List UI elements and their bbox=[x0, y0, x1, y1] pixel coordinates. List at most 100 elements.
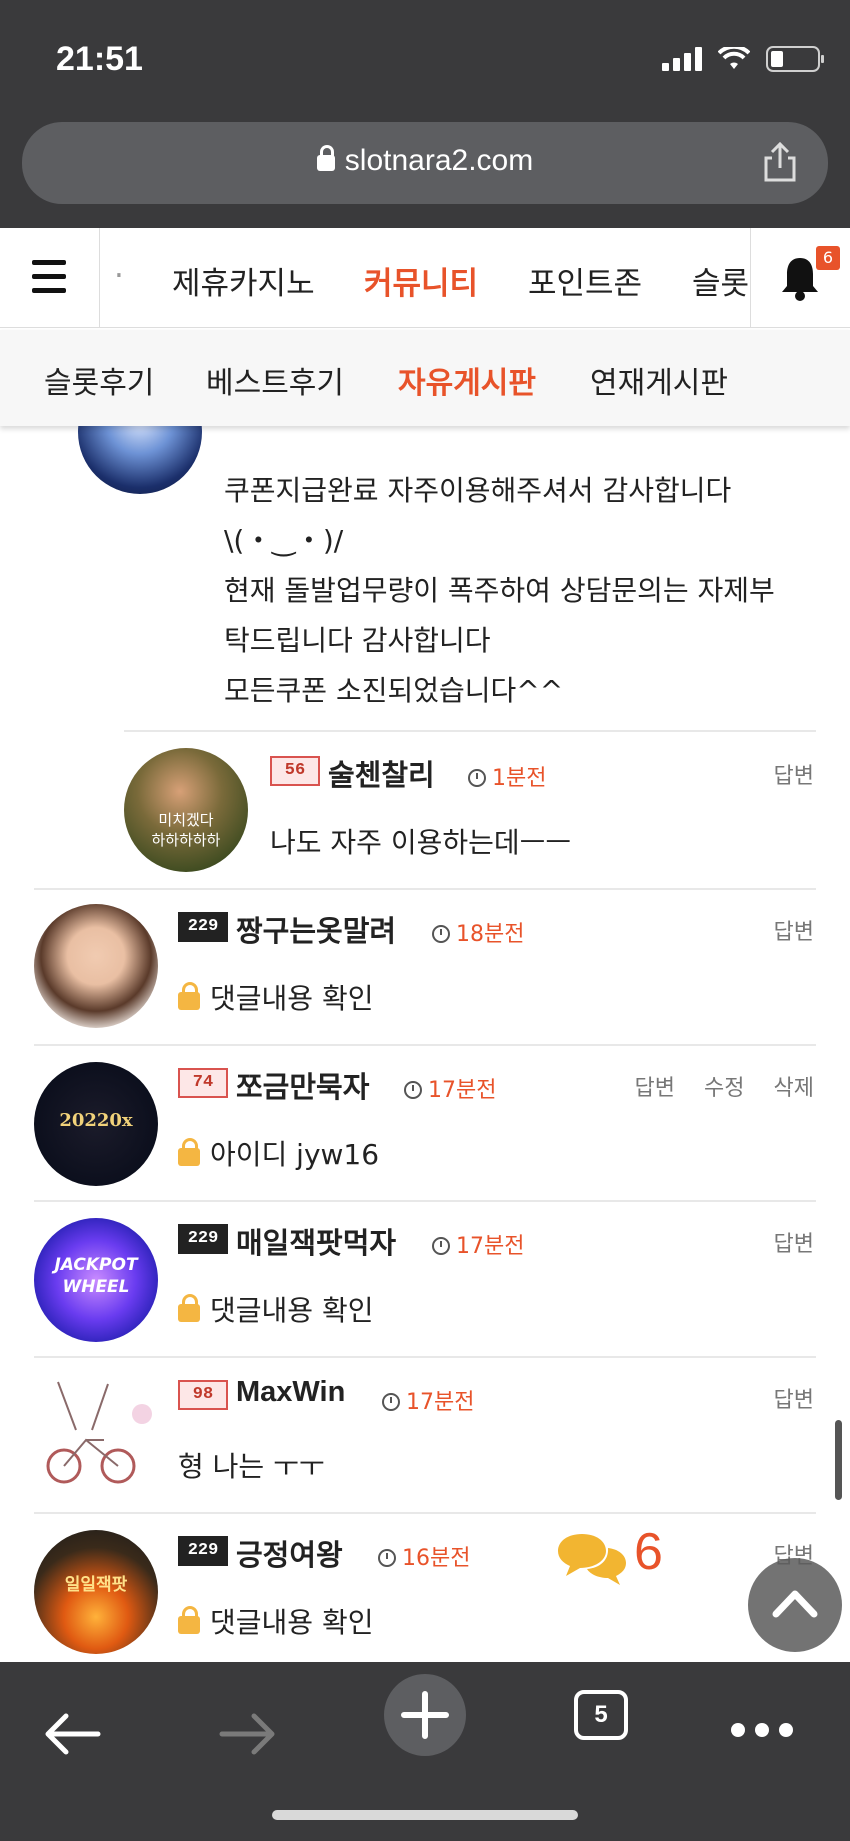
plus-icon bbox=[401, 1691, 449, 1739]
tabs-button[interactable]: 5 bbox=[574, 1690, 628, 1740]
clock-icon bbox=[382, 1393, 400, 1411]
scroll-top-button[interactable] bbox=[748, 1558, 842, 1652]
forward-arrow-icon[interactable] bbox=[218, 1712, 278, 1756]
chevron-up-icon bbox=[772, 1590, 818, 1618]
reply-button[interactable]: 답변 bbox=[774, 1382, 814, 1414]
divider bbox=[34, 1044, 816, 1046]
comment-time: 17분전 bbox=[432, 1228, 524, 1260]
site-navigation: · 제휴카지노 커뮤니티 포인트존 슬롯 6 bbox=[0, 228, 850, 328]
divider bbox=[34, 1356, 816, 1358]
menu-button[interactable] bbox=[0, 228, 100, 328]
tab-best-review[interactable]: 베스트후기 bbox=[206, 358, 344, 402]
comment-count-button[interactable]: 6 bbox=[556, 1523, 663, 1588]
avatar bbox=[34, 1374, 158, 1498]
nav-item-slot[interactable]: 슬롯 bbox=[692, 258, 748, 303]
comment-list: 쿠폰지급완료 자주이용해주셔서 감사합니다 \(・‿・)/ 현재 돌발업무량이 … bbox=[0, 426, 850, 1662]
home-indicator bbox=[272, 1810, 578, 1820]
divider bbox=[124, 730, 816, 732]
share-icon[interactable] bbox=[760, 140, 800, 184]
comment-text: 댓글내용 확인 bbox=[178, 1286, 373, 1336]
url-text: slotnara2.com bbox=[344, 144, 534, 177]
comment-text: 쿠폰지급완료 자주이용해주셔서 감사합니다 \(・‿・)/ 현재 돌발업무량이 … bbox=[224, 474, 775, 707]
comment-text: 나도 자주 이용하는데ㅡㅡ bbox=[270, 826, 572, 859]
comment-author[interactable]: 짱구는옷말려 bbox=[236, 908, 396, 950]
comment-count: 6 bbox=[634, 1523, 663, 1581]
comment-author[interactable]: 매일잭팟먹자 bbox=[236, 1220, 396, 1262]
avatar-caption: 미치겠다 하하하하하 bbox=[151, 811, 221, 849]
level-badge: 229 bbox=[178, 1224, 228, 1254]
level-badge: 229 bbox=[178, 1536, 228, 1566]
clock-icon bbox=[404, 1081, 422, 1099]
tab-serial-board[interactable]: 연재게시판 bbox=[590, 358, 728, 402]
level-badge: 74 bbox=[178, 1068, 228, 1098]
address-bar[interactable]: slotnara2.com bbox=[22, 122, 828, 204]
clock-icon bbox=[432, 925, 450, 943]
lock-icon bbox=[178, 1294, 200, 1322]
clock-icon bbox=[378, 1549, 396, 1567]
divider bbox=[34, 1512, 816, 1514]
lock-icon bbox=[316, 145, 335, 171]
speech-bubbles-icon bbox=[558, 1534, 626, 1585]
comment-actions: 답변 수정 삭제 bbox=[635, 1070, 814, 1102]
bicycle-image bbox=[46, 1381, 152, 1484]
status-time: 21:51 bbox=[56, 40, 143, 78]
avatar-caption: 20220x bbox=[59, 1110, 133, 1131]
comment-text: 댓글내용 확인 bbox=[178, 1598, 373, 1648]
divider bbox=[34, 888, 816, 890]
level-badge: 229 bbox=[178, 912, 228, 942]
reply-button[interactable]: 답변 bbox=[774, 758, 814, 790]
avatar-caption: JACKPOT WHEEL bbox=[54, 1255, 138, 1297]
comment-time: 16분전 bbox=[378, 1540, 470, 1572]
nav-dot: · bbox=[114, 258, 124, 294]
comment-author[interactable]: MaxWin bbox=[236, 1376, 345, 1409]
avatar bbox=[34, 904, 158, 1028]
level-badge: 56 bbox=[270, 756, 320, 786]
comment-time: 17분전 bbox=[404, 1072, 496, 1104]
comment-author[interactable]: 쪼금만묵자 bbox=[236, 1064, 369, 1106]
edit-button[interactable]: 수정 bbox=[704, 1076, 744, 1101]
main-menu: · 제휴카지노 커뮤니티 포인트존 슬롯 bbox=[102, 228, 748, 328]
avatar: 미치겠다 하하하하하 bbox=[124, 748, 248, 872]
wifi-icon bbox=[718, 47, 750, 69]
comment-time: 18분전 bbox=[432, 916, 524, 948]
comment-author[interactable]: 술첸찰리 bbox=[328, 752, 435, 794]
more-icon[interactable] bbox=[730, 1722, 794, 1738]
status-icons bbox=[662, 46, 824, 72]
nav-item-point-zone[interactable]: 포인트존 bbox=[528, 258, 642, 303]
divider bbox=[34, 1200, 816, 1202]
comment-time: 1분전 bbox=[468, 760, 546, 792]
delete-button[interactable]: 삭제 bbox=[774, 1076, 814, 1101]
board-tabs: 슬롯후기 베스트후기 자유게시판 연재게시판 bbox=[0, 330, 850, 426]
reply-button[interactable]: 답변 bbox=[635, 1076, 675, 1101]
level-badge: 98 bbox=[178, 1380, 228, 1410]
lock-icon bbox=[178, 1606, 200, 1634]
nav-item-affiliate-casino[interactable]: 제휴카지노 bbox=[172, 258, 315, 303]
bell-icon bbox=[782, 258, 818, 301]
battery-icon bbox=[766, 46, 824, 72]
clock-icon bbox=[432, 1237, 450, 1255]
notification-button[interactable]: 6 bbox=[750, 228, 850, 328]
lock-icon bbox=[178, 982, 200, 1010]
cellular-signal-icon bbox=[662, 47, 702, 71]
tab-slot-review[interactable]: 슬롯후기 bbox=[44, 358, 154, 402]
comment-text: 댓글내용 확인 bbox=[178, 974, 373, 1024]
tab-free-board[interactable]: 자유게시판 bbox=[398, 358, 536, 402]
avatar: 일일잭팟 bbox=[34, 1530, 158, 1654]
back-arrow-icon[interactable] bbox=[42, 1712, 102, 1756]
browser-chrome-top: 21:51 slotnara2.com bbox=[0, 0, 850, 228]
reply-button[interactable]: 답변 bbox=[774, 1226, 814, 1258]
reply-button[interactable]: 답변 bbox=[774, 914, 814, 946]
scrollbar[interactable] bbox=[835, 1420, 842, 1500]
tab-count: 5 bbox=[594, 1701, 608, 1728]
avatar: JACKPOT WHEEL bbox=[34, 1218, 158, 1342]
comment-text: 아이디 jyw16 bbox=[178, 1130, 379, 1180]
avatar-caption: 일일잭팟 bbox=[64, 1575, 128, 1595]
lock-icon bbox=[178, 1138, 200, 1166]
comment-text: 형 나는 ㅜㅜ bbox=[178, 1450, 325, 1483]
clock-icon bbox=[468, 769, 486, 787]
nav-item-community[interactable]: 커뮤니티 bbox=[364, 258, 478, 303]
comment-author[interactable]: 긍정여왕 bbox=[236, 1532, 343, 1574]
avatar bbox=[78, 426, 202, 494]
comment-time: 17분전 bbox=[382, 1384, 474, 1416]
new-tab-button[interactable] bbox=[384, 1674, 466, 1756]
